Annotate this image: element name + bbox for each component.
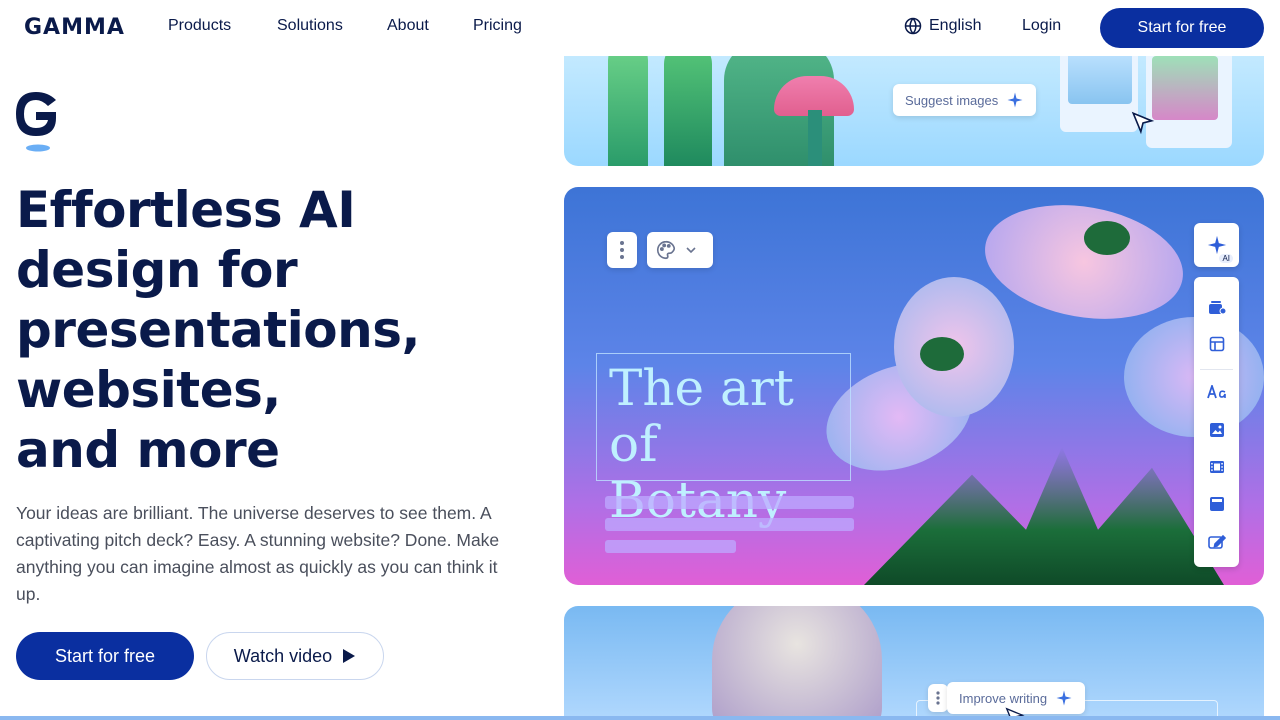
preview-card-bottom: Improve writing — [564, 606, 1264, 720]
headline-line: Effortless AI — [16, 181, 356, 239]
nav-about[interactable]: About — [387, 17, 429, 35]
gamma-g-icon — [16, 92, 56, 152]
preview-card-top: Suggest images — [564, 40, 1264, 166]
vertical-dots-icon — [936, 691, 940, 705]
suggest-images-chip[interactable]: Suggest images — [893, 84, 1037, 116]
headline-line: design for — [16, 241, 298, 299]
language-label: English — [929, 17, 982, 34]
edit-icon[interactable] — [1206, 531, 1228, 553]
nav-products[interactable]: Products — [168, 17, 231, 35]
start-for-free-button[interactable]: Start for free — [16, 632, 194, 680]
headline-line: presentations, — [16, 301, 421, 359]
top-nav: GAMMA Products Solutions About Pricing E… — [0, 0, 1280, 56]
bottom-progress-strip — [0, 716, 1280, 720]
slide-title-line: The art — [609, 359, 794, 417]
hero-headline: Effortless AI design for presentations, … — [16, 180, 536, 480]
headline-line: and more — [16, 421, 280, 479]
sparkle-icon — [1207, 235, 1226, 255]
globe-icon — [904, 17, 922, 35]
more-options-button[interactable] — [607, 232, 637, 268]
flower-petal-shape — [975, 190, 1193, 334]
nav-pricing[interactable]: Pricing — [473, 17, 522, 35]
headline-line: websites, — [16, 361, 281, 419]
add-card-icon[interactable] — [1206, 296, 1228, 318]
text-placeholder-bar — [605, 518, 854, 531]
cloud-shape — [712, 606, 882, 720]
slide-title[interactable]: The art of Botany — [596, 353, 851, 528]
ai-badge: AI — [1219, 254, 1233, 263]
text-placeholder-bar — [605, 496, 854, 509]
text-placeholder-bar — [605, 540, 736, 553]
flower-center-shape — [920, 337, 964, 371]
video-icon[interactable] — [1206, 456, 1228, 478]
vertical-dots-icon — [620, 241, 624, 259]
layout-icon[interactable] — [1206, 333, 1228, 355]
suggest-images-label: Suggest images — [905, 92, 999, 108]
gamma-logo[interactable]: GAMMA — [24, 15, 125, 40]
nav-start-button[interactable]: Start for free — [1100, 8, 1264, 48]
sparkle-icon — [1056, 690, 1072, 706]
tool-divider — [1200, 369, 1233, 370]
embed-icon[interactable] — [1206, 493, 1228, 515]
palette-icon — [657, 240, 676, 260]
editor-tool-sidebar — [1194, 277, 1239, 567]
green-stalk-shape — [664, 40, 712, 166]
image-thumbnail — [1152, 56, 1218, 120]
watch-video-button[interactable]: Watch video — [206, 632, 384, 680]
theme-picker-button[interactable] — [647, 232, 713, 268]
play-icon — [343, 649, 356, 663]
green-stalk-shape — [608, 40, 648, 166]
cursor-icon — [1131, 111, 1155, 135]
leaf-shape — [864, 447, 1224, 585]
login-link[interactable]: Login — [1022, 17, 1061, 35]
nav-solutions[interactable]: Solutions — [277, 17, 343, 35]
language-selector[interactable]: English — [904, 17, 981, 35]
hero-subtext: Your ideas are brilliant. The universe d… — [16, 503, 500, 604]
text-icon[interactable] — [1206, 381, 1228, 403]
sparkle-icon — [1007, 92, 1023, 108]
image-icon[interactable] — [1206, 419, 1228, 441]
slide-title-line: of Botany — [609, 415, 786, 528]
ai-assistant-button[interactable]: AI — [1194, 223, 1239, 267]
watch-video-label: Watch video — [233, 645, 333, 666]
image-thumbnail — [1068, 50, 1132, 104]
more-options-button[interactable] — [928, 684, 948, 712]
flower-center-shape — [1084, 221, 1130, 255]
mushroom-stem-shape — [808, 110, 822, 166]
improve-writing-label: Improve writing — [959, 690, 1048, 706]
chevron-down-icon — [686, 247, 696, 254]
